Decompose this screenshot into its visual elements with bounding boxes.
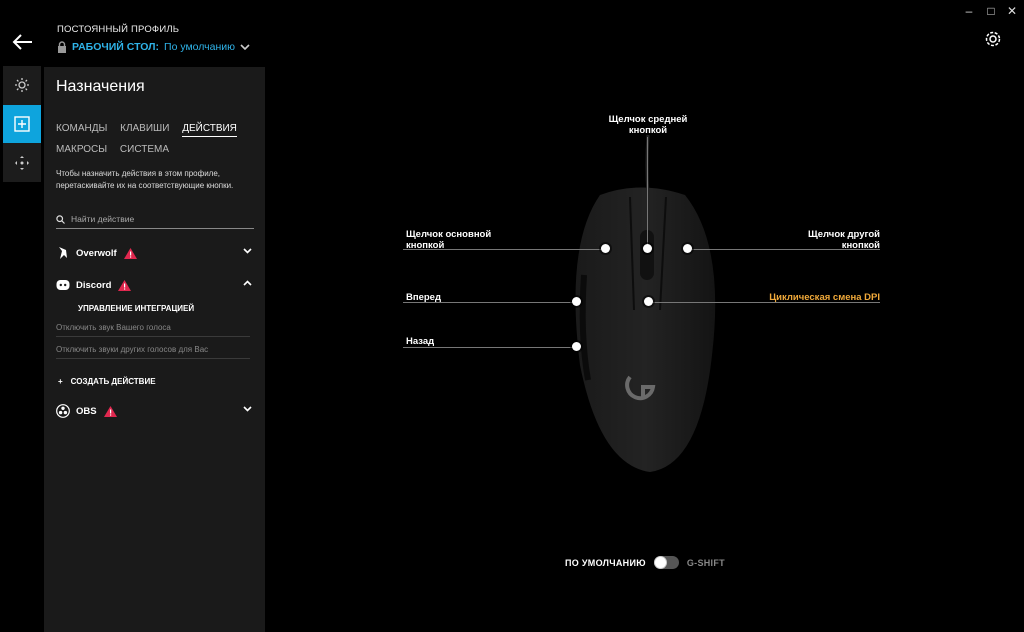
- dpi-button-hotspot[interactable]: [644, 297, 653, 306]
- assignments-nav-button[interactable]: [3, 105, 41, 143]
- sun-icon: [15, 78, 29, 92]
- discord-section-title: УПРАВЛЕНИЕ ИНТЕГРАЦИЕЙ: [78, 304, 195, 313]
- middle-callout-line: [647, 137, 648, 245]
- profile-name: РАБОЧИЙ СТОЛ:: [72, 41, 160, 53]
- chevron-up-icon: [243, 280, 252, 286]
- close-button[interactable]: ✕: [1005, 4, 1019, 18]
- dpi-cycle-label: Циклическая смена DPI: [769, 292, 880, 303]
- group-discord[interactable]: Discord: [56, 274, 252, 296]
- plus-square-icon: [14, 116, 30, 132]
- group-name: Discord: [76, 279, 112, 291]
- forward-label: Вперед: [406, 292, 441, 303]
- warning-icon: [123, 247, 137, 259]
- primary-button-hotspot[interactable]: [601, 244, 610, 253]
- lighting-nav-button[interactable]: [3, 66, 41, 104]
- maximize-button[interactable]: □: [984, 4, 998, 18]
- tab-keys[interactable]: КЛАВИШИ: [120, 118, 169, 139]
- back-button-hotspot[interactable]: [572, 342, 581, 351]
- create-action-label: СОЗДАТЬ ДЕЙСТВИЕ: [70, 377, 156, 386]
- group-name: Overwolf: [76, 247, 117, 259]
- middle-button-hotspot[interactable]: [643, 244, 652, 253]
- back-label: Назад: [406, 336, 435, 347]
- back-arrow-icon[interactable]: [12, 33, 34, 51]
- back-callout-line: [403, 347, 576, 348]
- discord-icon: [56, 280, 70, 290]
- tab-system[interactable]: СИСТЕМА: [120, 139, 169, 160]
- warning-icon: [103, 405, 117, 417]
- default-mode-label: ПО УМОЛЧАНИЮ: [565, 557, 646, 568]
- profile-value: По умолчанию: [164, 41, 236, 53]
- minimize-button[interactable]: –: [962, 4, 976, 18]
- search-field[interactable]: Найти действие: [56, 210, 254, 229]
- tab-macros[interactable]: МАКРОСЫ: [56, 139, 107, 160]
- action-item[interactable]: Отключить звуки других голосов для Вас: [56, 345, 250, 359]
- chevron-down-icon: [243, 406, 252, 412]
- tab-actions[interactable]: ДЕЙСТВИЯ: [182, 122, 237, 137]
- pointer-nav-button[interactable]: [3, 144, 41, 182]
- overwolf-icon: [59, 247, 67, 259]
- obs-icon: [56, 404, 70, 418]
- middle-click-label: Щелчок средней кнопкой: [608, 114, 688, 136]
- group-overwolf[interactable]: Overwolf: [56, 242, 252, 264]
- gshift-toggle-row: ПО УМОЛЧАНИЮ G-SHIFT: [565, 556, 725, 569]
- gshift-label: G-SHIFT: [686, 557, 725, 568]
- settings-gear-icon[interactable]: [984, 30, 1002, 48]
- forward-button-hotspot[interactable]: [572, 297, 581, 306]
- panel-description: Чтобы назначить действия в этом профиле,…: [56, 169, 234, 190]
- warning-icon: [118, 279, 132, 291]
- mouse-image: [560, 134, 720, 475]
- search-placeholder: Найти действие: [71, 214, 135, 224]
- move-arrows-icon: [15, 156, 29, 170]
- plus-icon: +: [58, 377, 63, 386]
- tab-commands[interactable]: КОМАНДЫ: [56, 118, 107, 139]
- group-name: OBS: [76, 405, 97, 417]
- create-action-button[interactable]: + СОЗДАТЬ ДЕЙСТВИЕ: [58, 377, 156, 386]
- secondary-button-hotspot[interactable]: [683, 244, 692, 253]
- secondary-click-label: Щелчок другой кнопкой: [808, 229, 880, 251]
- panel-title: Назначения: [56, 78, 145, 95]
- gshift-toggle[interactable]: [653, 556, 679, 569]
- tab-bar: КОМАНДЫ КЛАВИШИ ДЕЙСТВИЯ МАКРОСЫ СИСТЕМА: [56, 118, 261, 160]
- profile-selector[interactable]: РАБОЧИЙ СТОЛ: По умолчанию: [57, 41, 250, 53]
- profile-label: ПОСТОЯННЫЙ ПРОФИЛЬ: [57, 24, 180, 35]
- action-item[interactable]: Отключить звук Вашего голоса: [56, 323, 250, 337]
- nav-rail: [3, 66, 41, 182]
- assignments-panel: Назначения КОМАНДЫ КЛАВИШИ ДЕЙСТВИЯ МАКР…: [44, 67, 265, 632]
- search-icon: [56, 214, 65, 224]
- group-obs[interactable]: OBS: [56, 400, 252, 422]
- chevron-down-icon: [243, 248, 252, 254]
- primary-click-label: Щелчок основной кнопкой: [406, 229, 492, 251]
- lock-icon: [58, 41, 66, 53]
- chevron-down-icon: [240, 44, 250, 50]
